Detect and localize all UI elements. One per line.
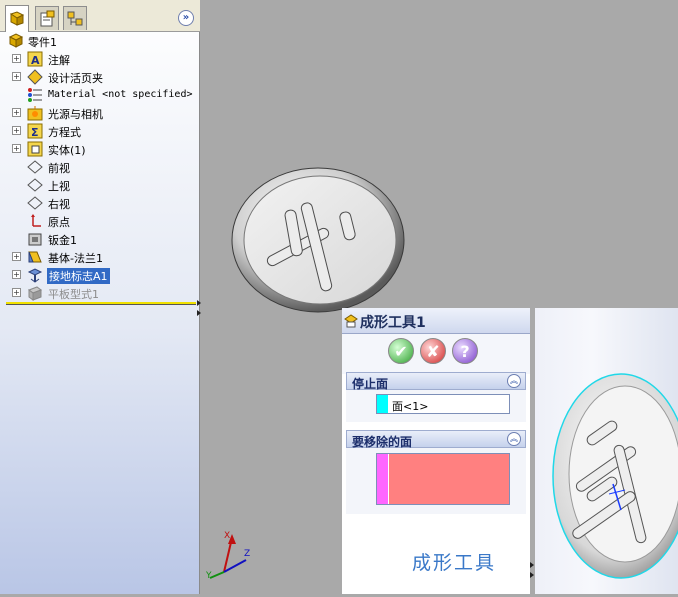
tree-item-forming-tool-feature[interactable]: + 接地标志A1 (0, 266, 200, 284)
close-icon: ✘ (426, 341, 440, 361)
tab-property-manager[interactable] (35, 6, 59, 30)
expand-toggle[interactable]: + (12, 270, 21, 279)
remove-faces-list[interactable] (389, 454, 509, 504)
help-icon: ? (460, 341, 470, 361)
rollback-bar[interactable] (6, 302, 196, 305)
tree-item-right-plane[interactable]: 右视 (0, 194, 200, 212)
triad-z-label: Z (244, 549, 250, 559)
tree-label: 光源与相机 (48, 108, 103, 121)
flat-pattern-icon (27, 286, 43, 301)
feature-manager-icon (9, 11, 25, 26)
tree-label: 实体(1) (48, 144, 86, 157)
feature-manager-panel: » 零件1 + A 注解 + 设计活页夹 Material <not speci… (0, 0, 200, 594)
svg-text:Σ: Σ (31, 126, 39, 139)
tree-item-front-plane[interactable]: 前视 (0, 158, 200, 176)
tree-label: 平板型式1 (48, 288, 99, 301)
base-flange-icon (28, 251, 42, 263)
tree-label: 前视 (48, 162, 70, 175)
tree-item-sheet-metal[interactable]: 钣金1 (0, 230, 200, 248)
expand-toggle[interactable]: + (12, 288, 21, 297)
help-button[interactable]: ? (452, 338, 478, 364)
tree-label: 基体-法兰1 (48, 252, 103, 265)
annotations-icon: A (27, 51, 43, 67)
tab-feature-manager[interactable] (5, 5, 29, 32)
tutorial-caption: 成形工具 (412, 552, 497, 574)
check-icon: ✔ (394, 341, 408, 361)
tree-label: 原点 (48, 216, 70, 229)
svg-text:A: A (31, 54, 40, 67)
panel-tabbar: » (0, 0, 200, 32)
configuration-manager-icon (67, 11, 83, 25)
remove-faces-selection-box[interactable] (376, 453, 510, 505)
pm-action-bar: ✔ ✘ ? (342, 334, 530, 374)
expand-toggle[interactable]: + (12, 144, 21, 153)
expand-toggle[interactable]: + (12, 54, 21, 63)
material-icon (28, 88, 42, 102)
stop-face-value: 面<1> (392, 400, 429, 413)
tree-label: 设计活页夹 (48, 72, 103, 85)
tree-item-design-binder[interactable]: + 设计活页夹 (0, 68, 200, 86)
plane-icon (27, 196, 43, 210)
chevron-up-icon[interactable]: ︽ (507, 374, 521, 388)
forming-tool-feature-icon (27, 268, 43, 283)
remove-faces-group-header[interactable]: 要移除的面 ︽ (346, 430, 526, 449)
coordinate-triad: X Z Y (205, 531, 250, 580)
tree-label: 零件1 (28, 36, 57, 49)
pm-header: 成形工具1 (342, 308, 530, 334)
triad-x-label: X (224, 531, 230, 541)
ok-button[interactable]: ✔ (388, 338, 414, 364)
lights-camera-icon (27, 106, 43, 121)
stop-face-color-swatch (377, 395, 388, 413)
tree-item-base-flange[interactable]: + 基体-法兰1 (0, 248, 200, 266)
tree-item-lights-camera[interactable]: + 光源与相机 (0, 104, 200, 122)
tree-label: 注解 (48, 54, 70, 67)
plane-icon (27, 178, 43, 192)
chevron-up-icon[interactable]: ︽ (507, 432, 521, 446)
tree-label: 方程式 (48, 126, 81, 139)
tree-root[interactable]: 零件1 (0, 32, 200, 50)
model-preview-part[interactable] (228, 162, 408, 317)
sheet-metal-icon (28, 233, 42, 246)
forming-tool-preview-pane (535, 308, 678, 594)
solid-bodies-icon (27, 141, 43, 157)
expand-toggle[interactable]: + (12, 108, 21, 117)
cancel-button[interactable]: ✘ (420, 338, 446, 364)
feature-tree: 零件1 + A 注解 + 设计活页夹 Material <not specifi… (0, 32, 200, 302)
property-manager-icon (40, 10, 55, 26)
property-manager-panel: 成形工具1 ✔ ✘ ? 停止面 ︽ 面<1> 要移除的面 ︽ 成形工具 (342, 308, 530, 594)
tree-label: 右视 (48, 198, 70, 211)
plane-icon (27, 160, 43, 174)
stop-face-group-header[interactable]: 停止面 ︽ (346, 372, 526, 391)
tree-label: 上视 (48, 180, 70, 193)
panel-splitter-handle[interactable] (197, 298, 202, 320)
part-icon (8, 33, 24, 48)
tab-configuration-manager[interactable] (63, 6, 87, 30)
triad-y-label: Y (205, 571, 212, 580)
expand-toggle[interactable]: + (12, 252, 21, 261)
forming-tool-3d-preview[interactable] (535, 308, 678, 594)
tree-label: 接地标志A1 (47, 268, 110, 284)
tree-item-origin[interactable]: 原点 (0, 212, 200, 230)
tree-item-solid-bodies[interactable]: + 实体(1) (0, 140, 200, 158)
tree-item-flat-pattern[interactable]: + 平板型式1 (0, 284, 200, 302)
forming-tool-icon (344, 314, 358, 328)
tree-item-material[interactable]: Material <not specified> (0, 86, 200, 104)
pm-title: 成形工具1 (360, 315, 426, 331)
tree-item-annotations[interactable]: + A 注解 (0, 50, 200, 68)
collapse-panel-button[interactable]: » (178, 10, 194, 26)
equations-icon: Σ (27, 123, 43, 139)
stop-face-selection-box[interactable]: 面<1> (376, 394, 510, 414)
tree-label: 钣金1 (48, 234, 77, 247)
tree-item-equations[interactable]: + Σ 方程式 (0, 122, 200, 140)
tree-label: Material <not specified> (48, 89, 193, 100)
origin-icon (31, 214, 41, 227)
tree-item-top-plane[interactable]: 上视 (0, 176, 200, 194)
expand-toggle[interactable]: + (12, 126, 21, 135)
design-binder-icon (27, 69, 43, 85)
expand-toggle[interactable]: + (12, 72, 21, 81)
remove-faces-color-swatch (377, 454, 388, 504)
